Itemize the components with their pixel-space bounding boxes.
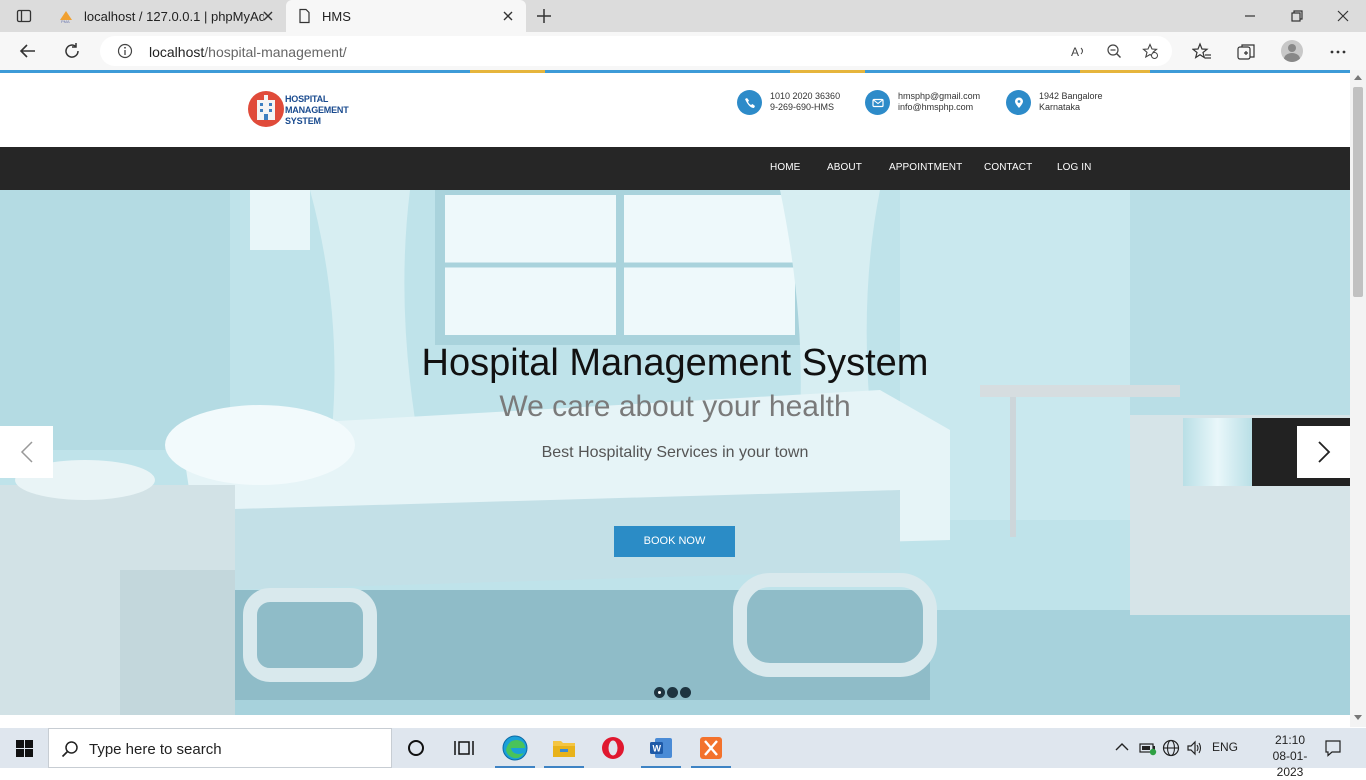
- more-options-icon[interactable]: [1328, 42, 1348, 62]
- taskbar-clock[interactable]: 21:10 08-01-2023: [1262, 732, 1318, 780]
- browser-toolbar: localhost/hospital-management/ A: [0, 32, 1366, 70]
- hospital-logo-icon: [248, 91, 284, 127]
- info-icon[interactable]: [117, 43, 133, 59]
- header-stripe: [0, 70, 1350, 73]
- folder-icon: [553, 741, 575, 757]
- cortana-button[interactable]: [392, 728, 440, 768]
- email-line-2: info@hmsphp.com: [898, 102, 974, 112]
- chevron-left-icon: [20, 441, 33, 463]
- nav-login[interactable]: LOG IN: [1057, 162, 1092, 173]
- xampp-icon: [700, 737, 722, 759]
- tab-actions-icon[interactable]: [8, 6, 40, 26]
- zoom-out-icon[interactable]: [1106, 43, 1122, 59]
- taskbar-word[interactable]: W: [637, 728, 685, 768]
- close-window-icon[interactable]: [1335, 8, 1351, 24]
- word-icon: W: [650, 738, 672, 758]
- taskbar-search-box[interactable]: Type here to search: [48, 728, 392, 768]
- slide-indicators: [654, 687, 691, 699]
- volume-icon[interactable]: [1186, 739, 1204, 757]
- close-tab-icon[interactable]: [500, 8, 516, 24]
- phpmyadmin-icon: PMA: [60, 11, 72, 24]
- tab-title: localhost / 127.0.0.1 | phpMyAdmin: [84, 9, 264, 24]
- cortana-icon: [408, 740, 424, 756]
- profile-avatar[interactable]: [1281, 40, 1303, 62]
- location-pin-icon: [1014, 97, 1023, 108]
- clock-date: 08-01-2023: [1272, 749, 1308, 779]
- taskbar-file-explorer[interactable]: [540, 728, 588, 768]
- email-line-1: hmsphp@gmail.com: [898, 91, 981, 101]
- collections-icon[interactable]: [1236, 42, 1256, 62]
- hero-tagline: Best Hospitality Services in your town: [541, 444, 809, 461]
- notifications-icon[interactable]: [1324, 739, 1342, 757]
- back-arrow-icon[interactable]: [18, 41, 38, 61]
- taskbar-edge[interactable]: [491, 728, 539, 768]
- add-favorite-icon[interactable]: [1142, 43, 1158, 59]
- restore-icon[interactable]: [1289, 8, 1305, 24]
- page-scrollbar[interactable]: [1350, 70, 1366, 727]
- search-placeholder: Type here to search: [89, 741, 222, 758]
- prev-slide-button[interactable]: [0, 426, 53, 478]
- address-line-1: 1942 Bangalore: [1039, 91, 1103, 101]
- phone-line-2: 9-269-690-HMS: [770, 102, 835, 112]
- taskbar-xampp[interactable]: [687, 728, 735, 768]
- hero-slider: Hospital Management System We care about…: [0, 190, 1350, 715]
- close-tab-icon[interactable]: [260, 8, 276, 24]
- task-view-icon: [454, 741, 474, 755]
- slide-dot-1[interactable]: [654, 687, 665, 698]
- windows-taskbar: Type here to search W ENG 21:10 08-01-20…: [0, 728, 1366, 779]
- start-button[interactable]: [0, 728, 48, 768]
- read-aloud-icon[interactable]: A: [1070, 43, 1086, 59]
- edge-icon: [502, 735, 528, 761]
- hero-subtitle: We care about your health: [499, 390, 851, 423]
- nav-about[interactable]: ABOUT: [827, 162, 862, 173]
- web-page: HOSPITAL MANAGEMENT SYSTEM 1010 2020 363…: [0, 70, 1350, 715]
- url-text: localhost/hospital-management/: [149, 44, 347, 60]
- windows-logo-icon: [15, 739, 33, 757]
- nav-appointment[interactable]: APPOINTMENT: [889, 162, 962, 173]
- opera-icon: [602, 737, 624, 759]
- nav-home[interactable]: HOME: [770, 162, 800, 173]
- browser-tab-bar: PMA localhost / 127.0.0.1 | phpMyAdmin H…: [0, 0, 1366, 32]
- tab-hms[interactable]: HMS: [286, 0, 526, 32]
- battery-icon[interactable]: [1139, 740, 1157, 756]
- new-tab-icon[interactable]: [534, 6, 554, 26]
- logo-text: HOSPITAL MANAGEMENT SYSTEM: [285, 94, 349, 126]
- search-icon: [61, 741, 78, 758]
- svg-text:PMA: PMA: [61, 19, 70, 24]
- main-navbar: HOME ABOUT APPOINTMENT CONTACT LOG IN: [0, 147, 1350, 190]
- phone-line-1: 1010 2020 36360: [770, 91, 841, 101]
- scrollbar-thumb[interactable]: [1353, 87, 1363, 297]
- language-indicator[interactable]: ENG: [1212, 740, 1238, 754]
- refresh-icon[interactable]: [62, 41, 82, 61]
- favorites-icon[interactable]: [1192, 42, 1212, 62]
- book-now-button[interactable]: BOOK NOW: [614, 526, 735, 557]
- tab-phpmyadmin[interactable]: PMA localhost / 127.0.0.1 | phpMyAdmin: [48, 0, 286, 32]
- clock-time: 21:10: [1274, 733, 1306, 747]
- network-globe-icon[interactable]: [1162, 739, 1180, 757]
- scroll-down-icon[interactable]: [1354, 715, 1362, 721]
- scroll-up-icon[interactable]: [1354, 74, 1362, 80]
- hero-title: Hospital Management System: [421, 342, 929, 384]
- page-icon: [299, 8, 310, 24]
- address-bar[interactable]: localhost/hospital-management/ A: [100, 36, 1172, 66]
- mail-icon: [871, 98, 884, 107]
- address-line-2: Karnataka: [1039, 102, 1081, 112]
- show-hidden-icons-chevron-up-icon[interactable]: [1115, 742, 1129, 752]
- slide-dot-3[interactable]: [680, 687, 691, 698]
- url-path: /hospital-management/: [204, 44, 347, 60]
- tab-title: HMS: [322, 9, 351, 24]
- svg-text:A: A: [1071, 45, 1079, 59]
- chevron-right-icon: [1317, 441, 1330, 463]
- minimize-icon[interactable]: [1242, 8, 1258, 24]
- taskbar-opera[interactable]: [589, 728, 637, 768]
- slide-dot-2[interactable]: [667, 687, 678, 698]
- phone-icon: [744, 97, 755, 108]
- nav-contact[interactable]: CONTACT: [984, 162, 1032, 173]
- task-view-button[interactable]: [440, 728, 488, 768]
- site-logo[interactable]: HOSPITAL MANAGEMENT SYSTEM: [247, 89, 357, 129]
- next-slide-button[interactable]: [1297, 426, 1350, 478]
- svg-text:W: W: [653, 744, 662, 754]
- url-host: localhost: [149, 44, 205, 60]
